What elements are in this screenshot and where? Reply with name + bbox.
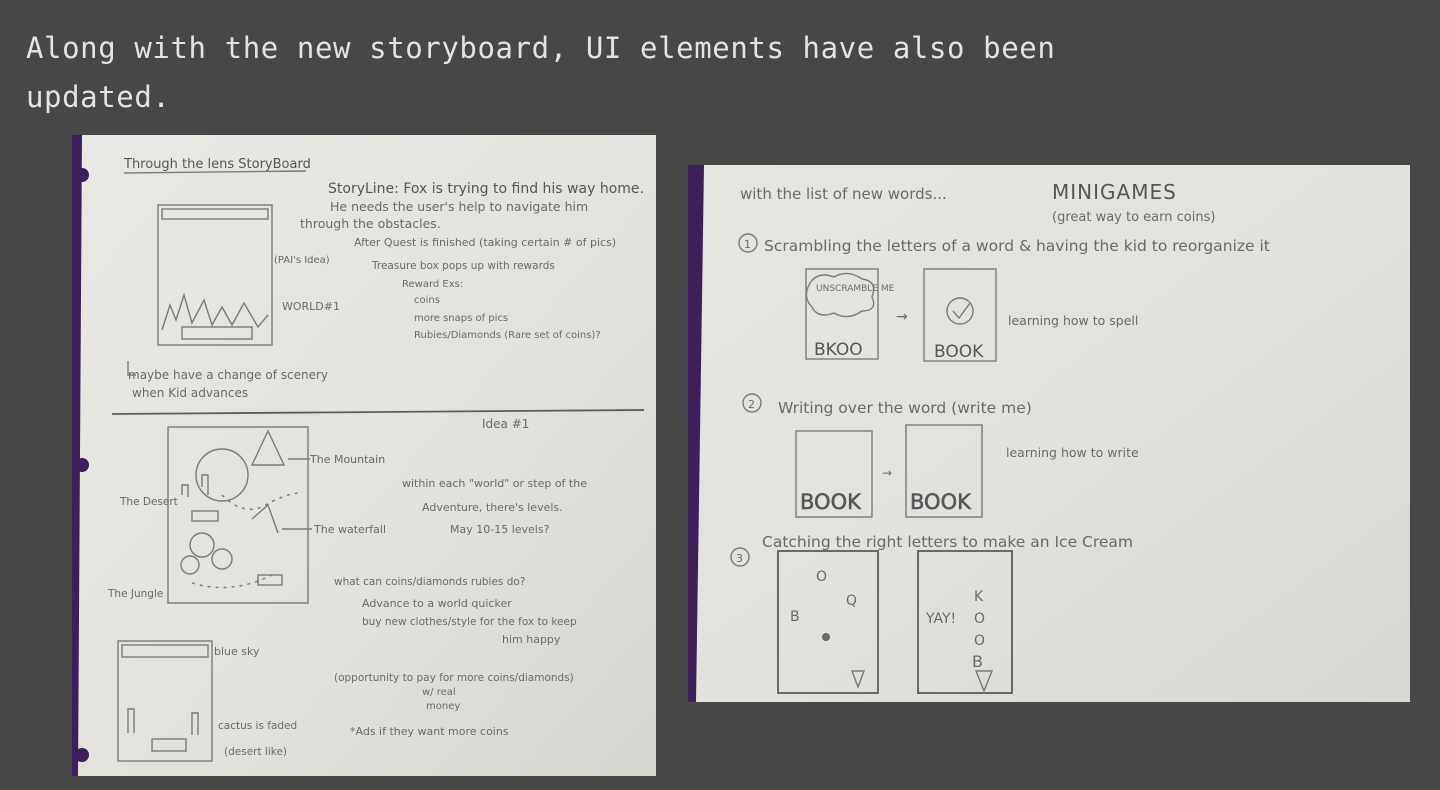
book-word-2a: BOOK	[800, 490, 862, 514]
caption-line-2: updated.	[26, 80, 171, 114]
minigames-sketch-photo: with the list of new words... MINIGAMES …	[688, 165, 1410, 702]
sketch-title: Through the lens StoryBoard	[123, 157, 311, 172]
step-number-1: 1	[744, 238, 751, 251]
falling-letter-b: B	[790, 609, 800, 625]
desert-like-label: (desert like)	[224, 746, 287, 758]
levels-1: within each "world" or step of the	[402, 477, 587, 490]
minigames-header: with the list of new words...	[740, 185, 947, 203]
stack-letter-k: K	[974, 589, 984, 605]
pay-1: (opportunity to pay for more coins/diamo…	[334, 672, 574, 684]
cactus-label: cactus is faded	[218, 720, 297, 732]
step-1-text: Scrambling the letters of a word & havin…	[764, 237, 1270, 255]
reward-rubies: Rubies/Diamonds (Rare set of coins)?	[414, 330, 601, 341]
step-2-text: Writing over the word (write me)	[778, 399, 1032, 417]
page: Along with the new storyboard, UI elemen…	[0, 0, 1440, 790]
jungle-label: The Jungle	[107, 588, 163, 600]
fox-icon	[822, 633, 830, 641]
reward-examples: Reward Exs:	[402, 279, 463, 290]
storyboard-sketch-photo: Through the lens StoryBoard StoryLine: F…	[72, 135, 656, 776]
clothes-2: him happy	[502, 633, 561, 646]
book-word-1: BOOK	[934, 342, 984, 362]
mountain-label: The Mountain	[309, 453, 385, 466]
step-number-2: 2	[748, 398, 755, 411]
stack-letter-b: B	[972, 652, 983, 671]
caption-text: Along with the new storyboard, UI elemen…	[26, 24, 1406, 122]
levels-2: Adventure, there's levels.	[422, 501, 563, 514]
reward-coins: coins	[414, 295, 440, 306]
world-1-label: WORLD#1	[282, 300, 340, 313]
pai-idea: (PAI's Idea)	[274, 255, 330, 266]
minigames-sketch: with the list of new words... MINIGAMES …	[688, 165, 1410, 702]
storyboard-sketch: Through the lens StoryBoard StoryLine: F…	[72, 135, 656, 776]
scrambled-word: BKOO	[814, 340, 863, 360]
learning-write: learning how to write	[1006, 445, 1139, 460]
falling-letter-o: O	[816, 569, 827, 585]
idea-1-label: Idea #1	[482, 417, 529, 431]
step-3-text: Catching the right letters to make an Ic…	[762, 533, 1133, 551]
levels-3: May 10-15 levels?	[450, 523, 550, 536]
storyline-3: through the obstacles.	[300, 216, 441, 231]
unscramble-label: UNSCRAMBLE ME	[816, 284, 895, 294]
learning-spell: learning how to spell	[1008, 313, 1138, 328]
pay-3: money	[426, 701, 460, 712]
minigames-title: MINIGAMES	[1052, 180, 1177, 204]
blue-sky-label: blue sky	[214, 645, 260, 658]
after-quest: After Quest is finished (taking certain …	[354, 236, 616, 249]
svg-text:→: →	[882, 466, 892, 480]
scenery-1: maybe have a change of scenery	[128, 368, 328, 382]
ads-note: *Ads if they want more coins	[350, 725, 509, 738]
step-number-3: 3	[736, 552, 743, 565]
book-word-2b: BOOK	[910, 490, 972, 514]
svg-text:→: →	[896, 309, 908, 325]
desert-label: The Desert	[119, 496, 178, 508]
clothes-1: buy new clothes/style for the fox to kee…	[362, 616, 577, 628]
earn-coins-note: (great way to earn coins)	[1052, 210, 1215, 225]
coins-question: what can coins/diamonds rubies do?	[334, 576, 525, 588]
caption-line-1: Along with the new storyboard, UI elemen…	[26, 31, 1056, 65]
stack-letter-o-1: O	[974, 611, 985, 627]
reward-snaps: more snaps of pics	[414, 313, 508, 324]
storyline-2: He needs the user's help to navigate him	[330, 199, 588, 214]
stack-letter-o-2: O	[974, 633, 985, 649]
advance-world: Advance to a world quicker	[362, 597, 512, 610]
storyline-1: StoryLine: Fox is trying to find his way…	[328, 181, 644, 197]
yay-text: YAY!	[925, 611, 956, 627]
scenery-2: when Kid advances	[132, 386, 248, 400]
waterfall-label: The waterfall	[313, 523, 386, 536]
treasure-box: Treasure box pops up with rewards	[371, 260, 555, 272]
pay-2: w/ real	[422, 687, 456, 698]
falling-letter-q: Q	[846, 593, 857, 609]
